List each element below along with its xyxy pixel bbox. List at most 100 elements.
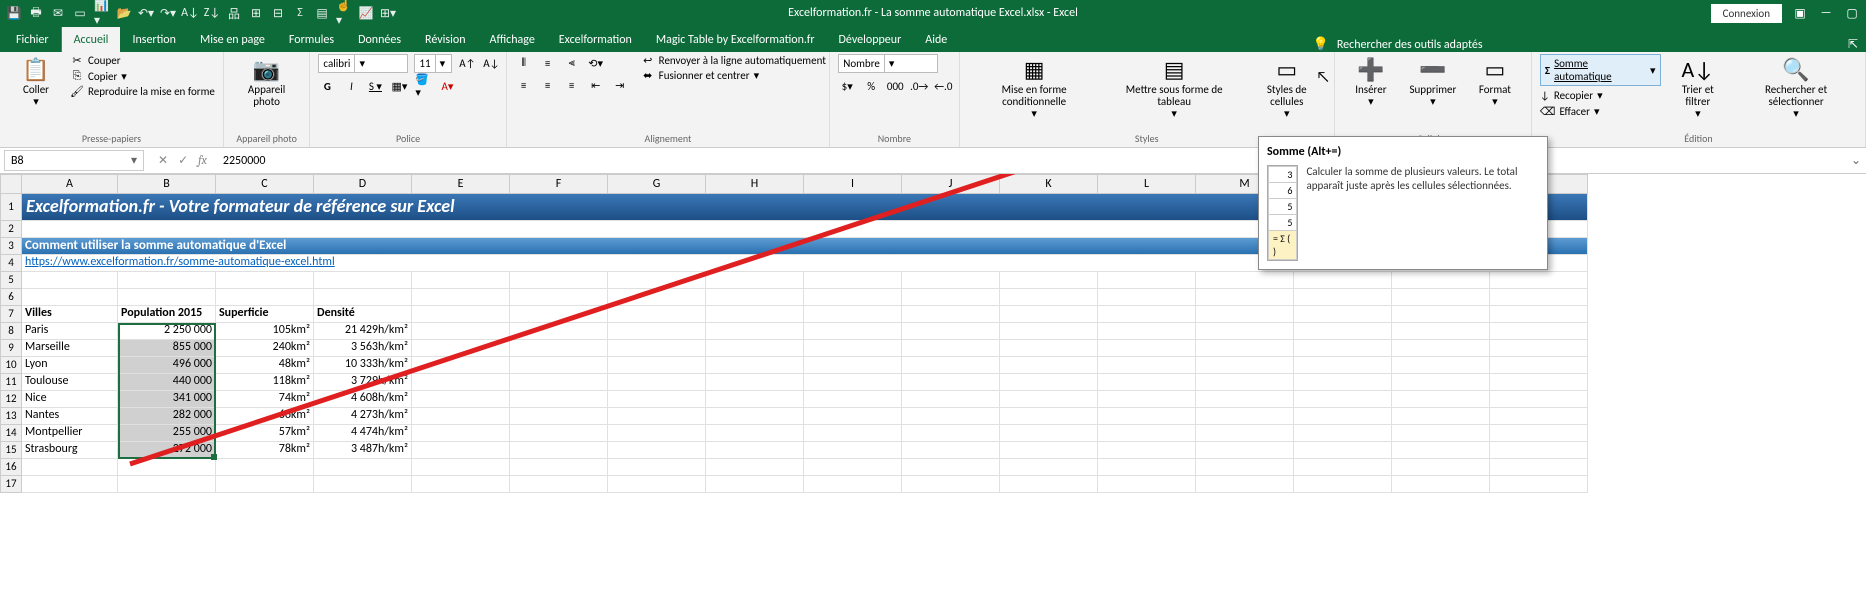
cell[interactable] — [1000, 442, 1098, 459]
cell[interactable]: 2 250 000 — [118, 323, 216, 340]
cell[interactable] — [412, 476, 510, 493]
cell[interactable] — [1196, 323, 1294, 340]
cell[interactable] — [412, 374, 510, 391]
cell[interactable] — [804, 476, 902, 493]
clear-button[interactable]: ⌫Effacer▾ — [1540, 105, 1661, 118]
accounting-icon[interactable]: $▾ — [838, 77, 856, 95]
cell[interactable] — [314, 459, 412, 476]
cell[interactable] — [1392, 391, 1490, 408]
cell[interactable] — [1490, 408, 1588, 425]
col-header-E[interactable]: E — [412, 174, 510, 194]
expand-formula-icon[interactable]: ⌄ — [1846, 153, 1866, 168]
cell[interactable] — [510, 391, 608, 408]
cell[interactable] — [608, 442, 706, 459]
cell[interactable] — [1196, 425, 1294, 442]
border-button[interactable]: ▦▾ — [390, 77, 408, 95]
cell[interactable] — [412, 272, 510, 289]
delete-cells-button[interactable]: ➖Supprimer▾ — [1405, 54, 1461, 112]
tab-formulas[interactable]: Formules — [277, 27, 346, 52]
cut-button[interactable]: ✂Couper — [70, 54, 215, 67]
formula-input[interactable]: 2250000 — [217, 152, 1846, 170]
cell[interactable] — [1490, 340, 1588, 357]
cell[interactable] — [902, 459, 1000, 476]
cell[interactable] — [412, 357, 510, 374]
row-header-8[interactable]: 8 — [0, 323, 22, 340]
sparkline-icon[interactable]: 📈 — [358, 5, 374, 21]
cell[interactable] — [1196, 306, 1294, 323]
cell[interactable] — [1294, 289, 1392, 306]
cell[interactable] — [902, 425, 1000, 442]
cell[interactable] — [706, 272, 804, 289]
cell[interactable] — [1000, 272, 1098, 289]
cell[interactable] — [1196, 357, 1294, 374]
cell[interactable] — [902, 357, 1000, 374]
cell[interactable] — [1490, 272, 1588, 289]
cell[interactable] — [706, 374, 804, 391]
indent-increase-icon[interactable]: ⇥ — [611, 76, 629, 94]
cell[interactable] — [608, 272, 706, 289]
col-header-J[interactable]: J — [902, 174, 1000, 194]
cell[interactable] — [1294, 272, 1392, 289]
cell[interactable] — [1490, 442, 1588, 459]
cell[interactable]: 4 474h/km² — [314, 425, 412, 442]
save-icon[interactable]: 💾 — [6, 5, 22, 21]
cell[interactable] — [510, 425, 608, 442]
cell[interactable] — [510, 323, 608, 340]
tab-help[interactable]: Aide — [913, 27, 959, 52]
group-icon[interactable]: ⊞ — [248, 5, 264, 21]
cell[interactable] — [412, 340, 510, 357]
orientation-icon[interactable]: ⟲▾ — [587, 54, 605, 72]
fill-button[interactable]: ↓Recopier▾ — [1540, 89, 1661, 102]
cell[interactable] — [412, 408, 510, 425]
cell[interactable] — [22, 272, 118, 289]
cell[interactable] — [412, 323, 510, 340]
sort-asc-icon[interactable]: A↓ — [182, 5, 198, 21]
cell[interactable] — [118, 289, 216, 306]
col-header-A[interactable]: A — [22, 174, 118, 194]
cell[interactable] — [314, 476, 412, 493]
format-painter-button[interactable]: 🖌Reproduire la mise en forme — [70, 85, 215, 98]
tellme-input[interactable]: Rechercher des outils adaptés — [1337, 38, 1483, 52]
row-header-6[interactable]: 6 — [0, 289, 22, 306]
sign-in-button[interactable]: Connexion — [1711, 4, 1782, 23]
cell[interactable] — [902, 289, 1000, 306]
tab-file[interactable]: Fichier — [4, 27, 62, 52]
col-header-C[interactable]: C — [216, 174, 314, 194]
row-header-11[interactable]: 11 — [0, 374, 22, 391]
cell[interactable]: 440 000 — [118, 374, 216, 391]
minimize-icon[interactable]: — — [1818, 6, 1834, 20]
cell[interactable] — [608, 374, 706, 391]
cell[interactable] — [1098, 391, 1196, 408]
cell[interactable]: 21 429h/km² — [314, 323, 412, 340]
col-header-B[interactable]: B — [118, 174, 216, 194]
cell[interactable]: 78km² — [216, 442, 314, 459]
cell[interactable] — [118, 459, 216, 476]
cell[interactable] — [216, 289, 314, 306]
cell[interactable] — [216, 459, 314, 476]
cell[interactable] — [1098, 374, 1196, 391]
cell[interactable] — [1000, 306, 1098, 323]
cell[interactable] — [1000, 391, 1098, 408]
row-header-13[interactable]: 13 — [0, 408, 22, 425]
cell[interactable] — [1490, 323, 1588, 340]
row-header-15[interactable]: 15 — [0, 442, 22, 459]
cell[interactable] — [412, 425, 510, 442]
cell[interactable] — [1490, 374, 1588, 391]
cell[interactable] — [314, 289, 412, 306]
cell[interactable] — [1000, 289, 1098, 306]
cell[interactable]: Nantes — [22, 408, 118, 425]
cell[interactable] — [902, 408, 1000, 425]
sort-desc-icon[interactable]: Z↓ — [204, 5, 220, 21]
cell[interactable] — [1392, 408, 1490, 425]
ribbon-display-icon[interactable]: ▣ — [1792, 6, 1808, 21]
cell[interactable] — [608, 459, 706, 476]
tab-layout[interactable]: Mise en page — [188, 27, 277, 52]
cell[interactable] — [804, 357, 902, 374]
cell[interactable] — [608, 425, 706, 442]
row-header-10[interactable]: 10 — [0, 357, 22, 374]
cell[interactable] — [902, 442, 1000, 459]
increase-decimal-icon[interactable]: .0→ — [910, 77, 928, 95]
cell[interactable]: 3 729h/km² — [314, 374, 412, 391]
cell[interactable] — [1098, 289, 1196, 306]
cell[interactable] — [510, 357, 608, 374]
